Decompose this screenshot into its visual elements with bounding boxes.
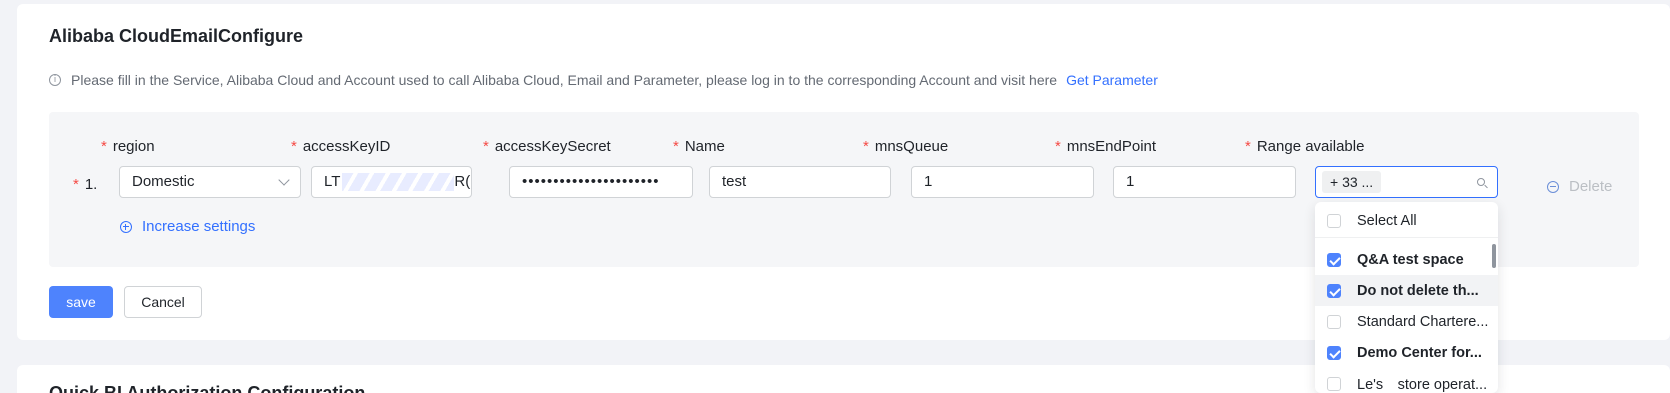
label-mns-queue: * mnsQueue [863,138,949,155]
info-icon: i [49,74,61,86]
label-mns-endpoint: * mnsEndPoint [1055,138,1157,155]
access-key-secret-value: •••••••••••••••••••••• [522,173,660,190]
mns-queue-value: 1 [924,173,933,190]
dropdown-scrollbar[interactable] [1492,244,1496,268]
mns-endpoint-input[interactable]: 1 [1113,166,1296,198]
hint-row: i Please fill in the Service, Alibaba Cl… [49,72,1158,88]
delete-label: Delete [1569,178,1613,195]
divider [1315,237,1498,238]
label-region: * region [101,138,155,155]
label-name: * Name [673,138,725,155]
checkbox[interactable] [1327,213,1341,228]
access-key-id-suffix: R( [454,173,471,190]
checkbox[interactable] [1327,376,1341,391]
plus-circle-icon [120,220,132,233]
search-icon [1477,178,1485,186]
label-range-available: * Range available [1245,138,1365,155]
row-index: * 1. [73,176,98,193]
get-parameter-link[interactable]: Get Parameter [1066,72,1158,88]
region-value: Domestic [132,173,195,190]
cancel-button[interactable]: Cancel [124,286,202,318]
dropdown-option[interactable]: Q&A test space [1315,244,1498,275]
redaction-mask [342,173,455,192]
name-input[interactable]: test [709,166,891,198]
dropdown-option[interactable]: Standard Chartere... [1315,306,1498,337]
dropdown-option[interactable]: Do not delete th... [1315,275,1498,306]
region-select[interactable]: Domestic [119,166,301,198]
label-access-key-id: * accessKeyID [291,138,391,155]
delete-row-button[interactable]: Delete [1547,178,1612,195]
mns-queue-input[interactable]: 1 [911,166,1094,198]
chevron-down-icon [278,174,290,186]
label-access-key-secret: * accessKeySecret [483,138,611,155]
dropdown-option[interactable]: Le's store operat... [1315,368,1498,393]
select-all-option[interactable]: Select All [1315,205,1498,236]
selected-count-tag: + 33 ... [1322,171,1382,193]
increase-settings-label: Increase settings [142,218,256,235]
range-available-select[interactable]: + 33 ... [1315,166,1498,198]
save-button[interactable]: save [49,286,113,318]
mns-endpoint-value: 1 [1126,173,1135,190]
access-key-id-input[interactable]: LT R( [311,166,472,198]
range-dropdown: Select All Q&A test space Do not delete … [1315,202,1498,393]
name-value: test [722,173,747,190]
checkbox[interactable] [1327,345,1341,360]
next-section-title: Quick BI Authorization Configuration [49,383,366,393]
dropdown-option[interactable]: Demo Center for... [1315,337,1498,368]
checkbox[interactable] [1327,314,1341,329]
checkbox[interactable] [1327,252,1341,267]
access-key-id-prefix: LT [324,173,341,190]
hint-text: Please fill in the Service, Alibaba Clou… [71,72,1058,88]
access-key-secret-input[interactable]: •••••••••••••••••••••• [509,166,693,198]
checkbox[interactable] [1327,283,1341,298]
minus-circle-icon [1547,180,1559,193]
section-title: Alibaba CloudEmailConfigure [49,26,304,46]
increase-settings-button[interactable]: Increase settings [120,218,255,235]
